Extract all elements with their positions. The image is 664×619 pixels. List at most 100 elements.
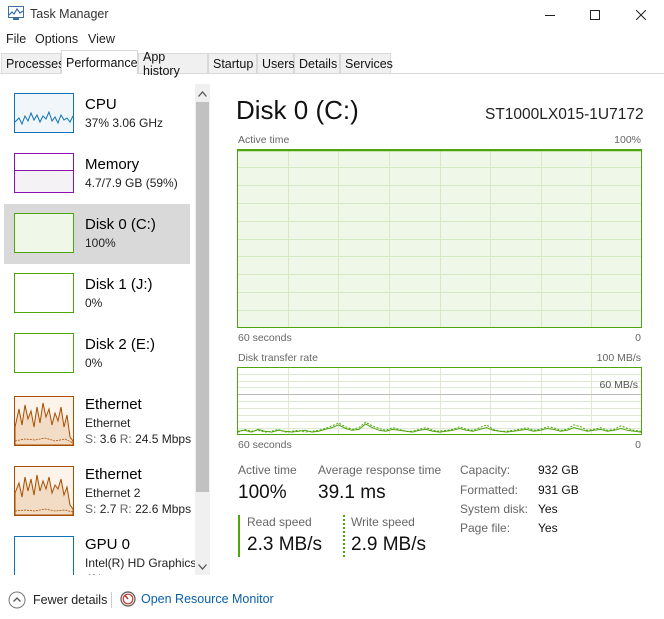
page-file-label: Page file: — [460, 521, 511, 535]
gpu-thumbnail-graph — [14, 536, 74, 575]
send-label: S: — [85, 502, 97, 516]
page-title: Disk 0 (C:) — [236, 95, 359, 125]
minimize-icon — [545, 15, 555, 16]
send-value: 3.6 — [99, 432, 117, 446]
cpu-label: CPU — [85, 96, 117, 113]
disk-model: ST1000LX015-1U7172 — [485, 106, 644, 123]
ethernet-2-thumbnail-graph — [14, 466, 74, 516]
chevron-down-icon — [198, 564, 207, 570]
memory-label: Memory — [85, 156, 140, 173]
title-bar[interactable]: Task Manager — [0, 0, 664, 30]
receive-value: 24.5 Mbps — [135, 432, 192, 446]
avg-response-label: Average response time — [318, 463, 442, 477]
disk-2-label: Disk 2 (E:) — [85, 336, 156, 353]
open-resource-monitor-link[interactable]: Open Resource Monitor — [120, 591, 274, 607]
scroll-down-button[interactable] — [196, 561, 209, 573]
footer: Fewer details Open Resource Monitor — [0, 588, 664, 614]
menu-options[interactable]: Options — [35, 32, 78, 46]
ethernet-2-throughput: S: 2.7 R: 22.6 Mbps — [85, 502, 191, 516]
cpu-thumbnail-graph — [14, 93, 74, 133]
chevron-up-icon — [198, 91, 207, 97]
active-time-fill — [238, 150, 641, 327]
transfer-rate-chart-time-left: 60 seconds — [238, 439, 292, 451]
write-speed-marker — [343, 515, 345, 557]
disk-1-label: Disk 1 (J:) — [85, 276, 153, 293]
tab-services[interactable]: Services — [340, 53, 393, 73]
disk-0-label: Disk 0 (C:) — [85, 216, 156, 233]
transfer-rate-chart-mid: 60 MB/s — [599, 379, 638, 391]
footer-divider — [111, 592, 112, 608]
send-value: 2.7 — [99, 502, 117, 516]
disk-1-thumbnail-graph — [14, 273, 74, 313]
maximize-button[interactable] — [572, 0, 618, 30]
sidebar-item-cpu[interactable]: CPU 37% 3.06 GHz — [4, 84, 190, 144]
ethernet-2-label: Ethernet — [85, 466, 142, 483]
memory-usage: 4.7/7.9 GB (59%) — [85, 176, 178, 190]
close-icon — [636, 10, 646, 20]
memory-fill — [15, 169, 73, 192]
tab-users[interactable]: Users — [257, 53, 295, 73]
transfer-rate-chart-time-right: 0 — [635, 439, 641, 451]
sidebar-item-memory[interactable]: Memory 4.7/7.9 GB (59%) — [4, 144, 190, 204]
ethernet-throughput: S: 3.6 R: 24.5 Mbps — [85, 432, 191, 446]
tab-processes[interactable]: Processes — [1, 53, 64, 73]
read-speed-label: Read speed — [247, 515, 312, 529]
resource-list: CPU 37% 3.06 GHz Memory 4.7/7.9 GB (59%)… — [0, 84, 213, 575]
ethernet-thumbnail-graph — [14, 396, 74, 446]
sidebar-item-ethernet-2[interactable]: Ethernet Ethernet 2 S: 2.7 R: 22.6 Mbps — [4, 454, 191, 524]
sidebar-item-disk-1[interactable]: Disk 1 (J:) 0% — [4, 264, 190, 324]
active-time-value: 100% — [238, 482, 287, 503]
scroll-up-button[interactable] — [196, 88, 209, 100]
task-manager-icon — [8, 6, 24, 20]
gpu-adapter-name: Intel(R) HD Graphics — [85, 556, 197, 570]
ethernet-2-adapter-name: Ethernet 2 — [85, 486, 141, 500]
active-time-chart-time-left: 60 seconds — [238, 332, 292, 344]
gpu-label: GPU 0 — [85, 536, 131, 553]
menu-bar: File Options View — [0, 30, 664, 50]
menu-view[interactable]: View — [88, 32, 115, 46]
formatted-label: Formatted: — [460, 483, 519, 497]
receive-label: R: — [119, 432, 132, 446]
disk-2-thumbnail-graph — [14, 333, 74, 373]
read-speed-marker — [238, 515, 240, 557]
receive-label: R: — [119, 502, 132, 516]
transfer-rate-chart-max: 100 MB/s — [596, 352, 641, 364]
sidebar-item-disk-2[interactable]: Disk 2 (E:) 0% — [4, 324, 190, 384]
disk-0-thumbnail-graph — [14, 213, 74, 253]
sidebar-item-ethernet[interactable]: Ethernet Ethernet S: 3.6 R: 24.5 Mbps — [4, 384, 191, 454]
tab-bar: Processes Performance App history Startu… — [0, 50, 664, 78]
active-time-chart-label: Active time — [238, 134, 290, 146]
tab-details[interactable]: Details — [294, 53, 340, 73]
ethernet-adapter-name: Ethernet — [85, 416, 131, 430]
avg-response-value: 39.1 ms — [318, 482, 386, 503]
disk-2-usage: 0% — [85, 356, 103, 370]
capacity-value: 932 GB — [538, 463, 579, 477]
sidebar-item-gpu-0[interactable]: GPU 0 Intel(R) HD Graphics 4% — [4, 524, 196, 575]
active-time-chart-max: 100% — [614, 134, 641, 146]
capacity-label: Capacity: — [460, 463, 511, 477]
resource-monitor-icon — [120, 591, 136, 607]
fewer-details-button[interactable]: Fewer details — [8, 591, 107, 609]
chevron-up-circle-icon — [8, 591, 26, 609]
menu-file[interactable]: File — [6, 32, 26, 46]
write-speed-value: 2.9 MB/s — [351, 534, 426, 555]
minimize-button[interactable] — [527, 0, 573, 30]
system-disk-value: Yes — [538, 502, 558, 516]
tab-performance[interactable]: Performance — [61, 50, 138, 74]
tab-app-history[interactable]: App history — [138, 50, 208, 78]
close-button[interactable] — [618, 0, 664, 30]
ethernet-label: Ethernet — [85, 396, 142, 413]
active-time-chart — [237, 149, 642, 328]
transfer-rate-chart — [237, 367, 642, 435]
transfer-rate-chart-label: Disk transfer rate — [238, 352, 318, 364]
active-time-chart-time-right: 0 — [635, 332, 641, 344]
tab-startup[interactable]: Startup — [208, 53, 257, 73]
maximize-icon — [590, 10, 600, 20]
send-label: S: — [85, 432, 97, 446]
disk-1-usage: 0% — [85, 296, 103, 310]
read-speed-value: 2.3 MB/s — [247, 534, 322, 555]
sidebar-item-disk-0[interactable]: Disk 0 (C:) 100% — [4, 204, 190, 264]
active-time-label: Active time — [238, 463, 297, 477]
sidebar-scrollbar-thumb[interactable] — [196, 102, 209, 492]
memory-thumbnail-graph — [14, 153, 74, 193]
